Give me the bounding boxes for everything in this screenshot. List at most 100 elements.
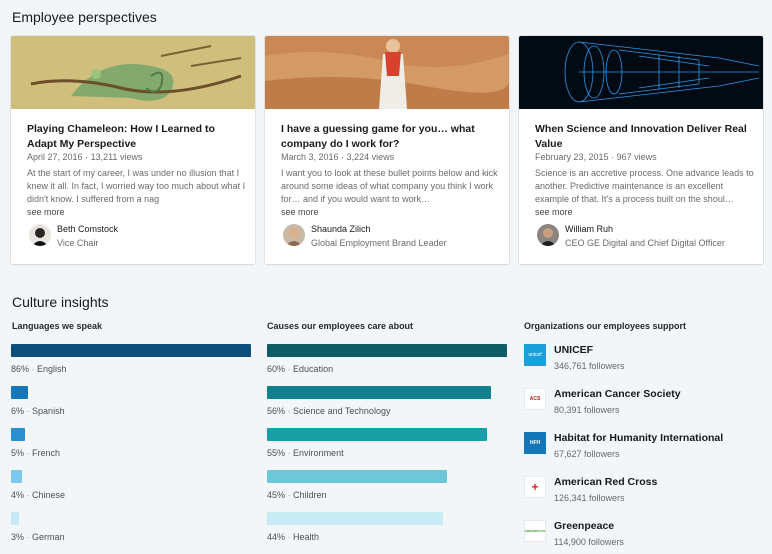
bar-row: 3% · German bbox=[11, 512, 251, 548]
article-title[interactable]: I have a guessing game for you… what com… bbox=[281, 122, 496, 152]
bar-separator: · bbox=[26, 532, 30, 542]
bar-label: 60% · Education bbox=[267, 364, 333, 374]
bar-fill bbox=[267, 512, 443, 525]
author-role: CEO GE Digital and Chief Digital Officer bbox=[565, 238, 725, 248]
bar-percent: 6% bbox=[11, 406, 25, 416]
bar-fill bbox=[11, 386, 28, 399]
article-excerpt: Science is an accretive process. One adv… bbox=[535, 168, 754, 204]
bar-percent: 60% bbox=[267, 364, 286, 374]
article-excerpt: I want you to look at these bullet point… bbox=[281, 168, 498, 204]
org-name[interactable]: UNICEF bbox=[554, 344, 593, 356]
bar-category: German bbox=[32, 532, 65, 542]
bar-percent: 4% bbox=[11, 490, 25, 500]
bar-percent: 45% bbox=[267, 490, 286, 500]
article-date: April 27, 2016 bbox=[27, 152, 83, 162]
article-title[interactable]: Playing Chameleon: How I Learned to Adap… bbox=[27, 122, 242, 152]
bar-fill bbox=[267, 344, 507, 357]
meta-separator: · bbox=[85, 152, 89, 162]
see-more-link[interactable]: see more bbox=[281, 207, 319, 217]
bar-row: 60% · Education bbox=[267, 344, 507, 380]
article-views: 3,224 views bbox=[346, 152, 395, 162]
bar-separator: · bbox=[287, 364, 291, 374]
bar-label: 6% · Spanish bbox=[11, 406, 65, 416]
article-views: 13,211 views bbox=[90, 152, 143, 162]
bar-percent: 3% bbox=[11, 532, 25, 542]
org-followers: 80,391 followers bbox=[554, 405, 620, 415]
bar-category: Health bbox=[293, 532, 320, 542]
bar-percent: 55% bbox=[267, 448, 286, 458]
bar-fill bbox=[11, 470, 22, 483]
bar-category: English bbox=[37, 364, 67, 374]
article-meta: February 23, 2015 · 967 views bbox=[535, 152, 657, 162]
bar-label: 3% · German bbox=[11, 532, 65, 542]
org-name[interactable]: American Cancer Society bbox=[554, 388, 681, 400]
languages-heading: Languages we speak bbox=[12, 321, 103, 331]
article-excerpt: At the start of my career, I was under n… bbox=[27, 168, 246, 204]
org-name[interactable]: Greenpeace bbox=[554, 520, 614, 532]
article-title[interactable]: When Science and Innovation Deliver Real… bbox=[535, 122, 750, 152]
org-followers: 346,761 followers bbox=[554, 361, 625, 371]
avatar[interactable] bbox=[29, 224, 51, 246]
bar-fill bbox=[267, 386, 491, 399]
bar-category: Children bbox=[293, 490, 327, 500]
bar-category: Spanish bbox=[32, 406, 65, 416]
bar-percent: 5% bbox=[11, 448, 25, 458]
culture-insights-title: Culture insights bbox=[12, 294, 109, 310]
bar-label: 45% · Children bbox=[267, 490, 327, 500]
bar-fill bbox=[11, 344, 251, 357]
habitat-logo-icon: HFH bbox=[524, 432, 546, 454]
bar-row: 45% · Children bbox=[267, 470, 507, 506]
meta-separator: · bbox=[341, 152, 345, 162]
bar-fill bbox=[267, 470, 447, 483]
greenpeace-logo-icon: GREENPEACE bbox=[524, 520, 546, 542]
bar-separator: · bbox=[287, 406, 291, 416]
bar-label: 5% · French bbox=[11, 448, 60, 458]
bar-separator: · bbox=[31, 364, 35, 374]
bar-row: 55% · Environment bbox=[267, 428, 507, 464]
bar-row: 44% · Health bbox=[267, 512, 507, 548]
article-card[interactable]: Playing Chameleon: How I Learned to Adap… bbox=[11, 36, 255, 264]
author-name[interactable]: Beth Comstock bbox=[57, 224, 118, 234]
bar-percent: 86% bbox=[11, 364, 30, 374]
author-name[interactable]: William Ruh bbox=[565, 224, 613, 234]
author-role: Global Employment Brand Leader bbox=[311, 238, 447, 248]
bar-separator: · bbox=[287, 448, 291, 458]
bar-percent: 56% bbox=[267, 406, 286, 416]
article-card[interactable]: When Science and Innovation Deliver Real… bbox=[519, 36, 763, 264]
bar-category: Environment bbox=[293, 448, 344, 458]
org-name[interactable]: American Red Cross bbox=[554, 476, 657, 488]
bar-separator: · bbox=[287, 532, 291, 542]
bar-fill bbox=[267, 428, 487, 441]
article-image-desert bbox=[265, 36, 509, 109]
article-date: February 23, 2015 bbox=[535, 152, 609, 162]
bar-percent: 44% bbox=[267, 532, 286, 542]
bar-row: 4% · Chinese bbox=[11, 470, 251, 506]
article-views: 967 views bbox=[616, 152, 657, 162]
avatar[interactable] bbox=[537, 224, 559, 246]
organizations-heading: Organizations our employees support bbox=[524, 321, 687, 331]
bar-label: 86% · English bbox=[11, 364, 67, 374]
article-card[interactable]: I have a guessing game for you… what com… bbox=[265, 36, 509, 264]
bar-row: 5% · French bbox=[11, 428, 251, 464]
org-name[interactable]: Habitat for Humanity International bbox=[554, 432, 723, 444]
bar-label: 55% · Environment bbox=[267, 448, 344, 458]
bar-separator: · bbox=[26, 406, 30, 416]
causes-heading: Causes our employees care about bbox=[267, 321, 414, 331]
article-image-jet-engine bbox=[519, 36, 763, 109]
org-followers: 114,900 followers bbox=[554, 537, 624, 547]
article-date: March 3, 2016 bbox=[281, 152, 339, 162]
acs-logo-icon: ACS bbox=[524, 388, 546, 410]
see-more-link[interactable]: see more bbox=[535, 207, 573, 217]
avatar[interactable] bbox=[283, 224, 305, 246]
unicef-logo-icon: unicef bbox=[524, 344, 546, 366]
bar-category: French bbox=[32, 448, 61, 458]
bar-row: 86% · English bbox=[11, 344, 251, 380]
article-image-chameleon bbox=[11, 36, 255, 109]
article-meta: March 3, 2016 · 3,224 views bbox=[281, 152, 394, 162]
bar-separator: · bbox=[26, 448, 30, 458]
bar-separator: · bbox=[287, 490, 291, 500]
bar-label: 44% · Health bbox=[267, 532, 319, 542]
see-more-link[interactable]: see more bbox=[27, 207, 65, 217]
bar-row: 56% · Science and Technology bbox=[267, 386, 507, 422]
author-name[interactable]: Shaunda Zilich bbox=[311, 224, 371, 234]
